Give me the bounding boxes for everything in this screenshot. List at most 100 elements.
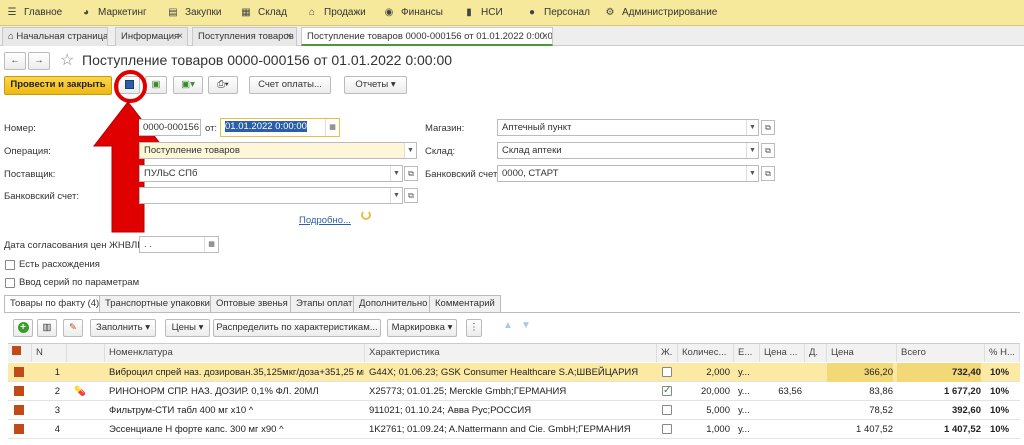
table-row[interactable]: 4 Эссенциале Н форте капс. 300 мг х90 ^ … (8, 420, 1020, 439)
cell-nomenclature: Эссенциале Н форте капс. 300 мг х90 ^ (109, 424, 284, 435)
zh-checkbox[interactable] (662, 424, 672, 434)
chevron-down-icon[interactable]: ▼ (746, 143, 758, 158)
col-header-vat[interactable]: % Н... (985, 344, 1020, 362)
cell-nomenclature: РИНОНОРМ СПР. НАЗ. ДОЗИР. 0,1% ФЛ. 20МЛ (109, 386, 319, 397)
marking-button[interactable]: Маркировка ▾ (387, 319, 457, 337)
tab-goods-actual[interactable]: Товары по факту (4) (4, 295, 106, 312)
post-button[interactable]: ▣ (145, 76, 167, 94)
cell-nomenclature: Фильтрум-СТИ табл 400 мг х10 ^ (109, 405, 254, 416)
open-bank-account-button[interactable]: ⧉ (404, 188, 418, 203)
open-warehouse-button[interactable]: ⧉ (761, 143, 775, 158)
col-header-nomenclature[interactable]: Номенклатура (105, 344, 365, 362)
close-icon[interactable]: × (542, 28, 548, 44)
cell-total: 732,40 (897, 363, 981, 382)
edit-row-button[interactable]: ✎ (63, 319, 83, 337)
cell-characteristic: G44X; 01.06.23; GSK Consumer Healthcare … (369, 367, 639, 378)
open-bank-account-right-button[interactable]: ⧉ (761, 166, 775, 181)
tab-information[interactable]: Информация × (115, 27, 188, 46)
barcode-icon: ▥ (42, 322, 52, 333)
move-up-icon[interactable]: ▲ (503, 320, 513, 331)
zh-checkbox[interactable] (662, 367, 672, 377)
forward-button[interactable]: → (28, 52, 50, 70)
page-title: Поступление товаров 0000-000156 от 01.01… (82, 52, 453, 68)
fill-button[interactable]: Заполнить ▾ (90, 319, 156, 337)
zh-checkbox-checked[interactable]: ✓ (662, 386, 672, 396)
open-store-button[interactable]: ⧉ (761, 120, 775, 135)
col-icon-header (8, 344, 32, 362)
supplier-field[interactable]: ПУЛЬС СПб ▼ (139, 165, 403, 182)
chevron-down-icon[interactable]: ▼ (390, 188, 402, 203)
tab-home[interactable]: ⌂ Начальная страница (2, 27, 108, 46)
cell-n: 1 (54, 367, 60, 378)
calendar-icon[interactable]: ▦ (325, 119, 339, 136)
col-header-n[interactable]: N (32, 344, 67, 362)
goods-table: N Номенклатура Характеристика Ж. Количес… (8, 343, 1020, 445)
details-link[interactable]: Подробно... (299, 215, 351, 226)
close-icon[interactable]: × (286, 28, 292, 45)
chevron-down-icon[interactable]: ▼ (746, 166, 758, 181)
more-icon: ⋮ (469, 322, 479, 333)
cell-n: 2 (54, 386, 60, 397)
col-header-icons[interactable] (67, 344, 105, 362)
prices-button[interactable]: Цены ▾ (165, 319, 210, 337)
chevron-down-icon[interactable]: ▼ (390, 166, 402, 181)
warehouse-field[interactable]: Склад аптеки ▼ (497, 142, 759, 159)
calendar-icon[interactable]: ▦ (204, 237, 218, 252)
date-label: от: (205, 123, 218, 134)
table-row[interactable]: 1 Виброцил спрей наз. дозирован.35,125мк… (8, 363, 1020, 382)
tab-payment-stages[interactable]: Этапы оплат (290, 295, 359, 312)
date-field[interactable]: 01.01.2022 0:00:00 ▦ (220, 118, 340, 137)
post-and-close-button[interactable]: Провести и закрыть (4, 76, 112, 95)
move-down-icon[interactable]: ▼ (521, 320, 531, 331)
tab-additional[interactable]: Дополнительно (353, 295, 434, 312)
series-label: Ввод серий по параметрам (19, 277, 140, 288)
store-field[interactable]: Аптечный пункт ▼ (497, 119, 759, 136)
more-actions-button[interactable]: ⋮ (466, 319, 482, 337)
tab-receipt-document[interactable]: Поступление товаров 0000-000156 от 01.01… (301, 27, 553, 46)
cell-nomenclature: Виброцил спрей наз. дозирован.35,125мкг/… (109, 367, 364, 378)
col-header-price[interactable]: Цена (827, 344, 897, 362)
cell-n: 4 (54, 424, 60, 435)
chevron-down-icon[interactable]: ▼ (746, 120, 758, 135)
table-row[interactable]: 3 Фильтрум-СТИ табл 400 мг х10 ^ 911021;… (8, 401, 1020, 420)
tab-wholesale-links[interactable]: Оптовые звенья (210, 295, 294, 312)
cell-quantity: 1,000 (706, 424, 730, 435)
zh-checkbox[interactable] (662, 405, 672, 415)
invoice-button[interactable]: Счет оплаты... (249, 76, 331, 94)
discrepancies-checkbox[interactable] (5, 260, 15, 270)
col-header-d[interactable]: Д. (805, 344, 827, 362)
print-button[interactable]: ⎙▾ (208, 76, 238, 94)
close-icon[interactable]: × (177, 28, 183, 45)
cell-price-in (760, 363, 802, 382)
cell-quantity: 2,000 (706, 367, 730, 378)
col-header-zh[interactable]: Ж. (657, 344, 678, 362)
col-header-characteristic[interactable]: Характеристика (365, 344, 657, 362)
bank-account-right-field[interactable]: 0000, СТАРТ ▼ (497, 165, 759, 182)
series-checkbox[interactable] (5, 278, 15, 288)
create-based-on-button[interactable]: ▣▾ (173, 76, 203, 94)
open-supplier-button[interactable]: ⧉ (404, 166, 418, 181)
back-button[interactable]: ← (4, 52, 26, 70)
col-header-total[interactable]: Всего (897, 344, 985, 362)
col-header-unit[interactable]: Е... (734, 344, 760, 362)
number-field[interactable]: 0000-000156 (139, 119, 201, 136)
tab-comment[interactable]: Комментарий (429, 295, 501, 312)
basket-icon: ⌂ (308, 7, 316, 18)
add-row-button[interactable]: + (13, 319, 33, 337)
price-date-field[interactable]: . . ▦ (139, 236, 219, 253)
distribute-button[interactable]: Распределить по характеристикам... (213, 319, 381, 337)
cell-n: 3 (54, 405, 60, 416)
favorite-star-icon[interactable]: ☆ (60, 50, 74, 70)
bank-account-field[interactable]: ▼ (139, 187, 403, 204)
tab-receipts-list[interactable]: Поступления товаров × (192, 27, 297, 46)
tab-transport-packages[interactable]: Транспортные упаковки (99, 295, 216, 312)
table-row[interactable]: 2 💊 РИНОНОРМ СПР. НАЗ. ДОЗИР. 0,1% ФЛ. 2… (8, 382, 1020, 401)
col-header-quantity[interactable]: Количес... (678, 344, 734, 362)
barcode-button[interactable]: ▥ (37, 319, 57, 337)
cart-icon: ▤ (168, 7, 178, 18)
chevron-down-icon[interactable]: ▼ (404, 143, 416, 158)
cell-price: 78,52 (869, 405, 893, 416)
reports-button[interactable]: Отчеты ▾ (344, 76, 407, 94)
col-header-price-in[interactable]: Цена ... (760, 344, 805, 362)
operation-field[interactable]: Поступление товаров ▼ (139, 142, 417, 159)
